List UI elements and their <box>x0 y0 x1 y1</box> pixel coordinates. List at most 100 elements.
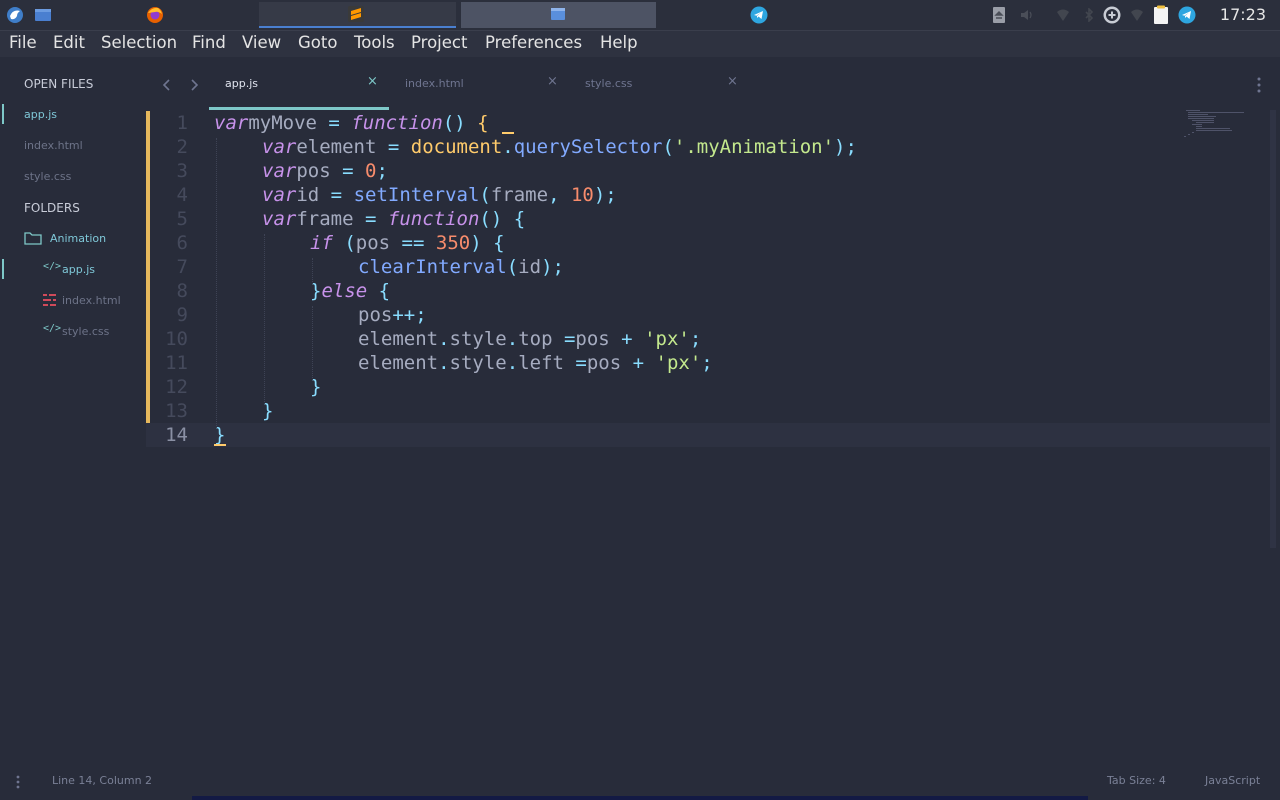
folder-open-icon <box>24 232 42 245</box>
minimap-line <box>1196 122 1214 123</box>
network-tray-icon[interactable] <box>1056 8 1070 22</box>
code-token: var <box>262 160 297 182</box>
menu-tools[interactable]: Tools <box>354 33 395 52</box>
tab-bar: app.js × index.html × style.css × <box>148 70 1280 110</box>
cursor-position[interactable]: Line 14, Column 2 <box>52 774 152 787</box>
notes-tray-icon[interactable] <box>1152 5 1170 25</box>
chevron-left-icon[interactable] <box>162 78 172 92</box>
code-token: var <box>262 208 297 230</box>
menu-goto[interactable]: Goto <box>298 33 337 52</box>
code-token: () { <box>479 208 526 230</box>
line-number: 2 <box>176 136 188 158</box>
chevron-right-icon[interactable] <box>189 78 199 92</box>
code-token: pos <box>358 304 393 326</box>
code-token: pos <box>575 328 622 350</box>
code-line: varpos = 0; <box>214 160 388 182</box>
line-number: 8 <box>176 280 188 302</box>
taskbar-file-manager[interactable] <box>461 2 656 28</box>
close-icon[interactable]: × <box>547 74 558 89</box>
tree-file-app-js[interactable]: app.js <box>62 263 95 276</box>
text-cursor <box>214 444 226 446</box>
code-token: var <box>262 184 297 206</box>
close-icon[interactable]: × <box>367 74 378 89</box>
syntax-selector[interactable]: JavaScript <box>1205 774 1260 787</box>
line-number: 5 <box>176 208 188 230</box>
code-line: element.style.left =pos + 'px'; <box>214 352 713 374</box>
code-token: = <box>328 112 340 134</box>
css-file-icon: </> <box>43 323 62 334</box>
wifi-tray-icon[interactable] <box>1130 8 1144 22</box>
menu-bar: File Edit Selection Find View Goto Tools… <box>0 30 1280 57</box>
html-file-icon <box>43 294 56 306</box>
vertical-scrollbar[interactable] <box>1270 110 1276 548</box>
code-token: + <box>632 352 645 374</box>
more-vertical-icon[interactable] <box>1256 76 1262 94</box>
code-token: + <box>621 328 633 350</box>
line-number: 11 <box>165 352 188 374</box>
minimap-line <box>1186 110 1200 111</box>
code-token: ); <box>541 256 564 278</box>
code-token: ( <box>506 256 519 278</box>
open-file-index-html[interactable]: index.html <box>24 139 83 152</box>
telegram-tray-icon[interactable] <box>1178 6 1196 24</box>
js-file-icon: </> <box>43 261 62 272</box>
tree-file-index-html[interactable]: index.html <box>62 294 121 307</box>
code-line: clearInterval(id); <box>214 256 564 278</box>
line-number: 13 <box>165 400 188 422</box>
minimap[interactable] <box>1184 110 1250 140</box>
line-number: 3 <box>176 160 188 182</box>
menu-edit[interactable]: Edit <box>53 33 85 52</box>
firefox-icon[interactable] <box>146 6 164 24</box>
minimap-line <box>1188 116 1216 117</box>
folders-heading: FOLDERS <box>24 201 80 215</box>
bluetooth-tray-icon[interactable] <box>1082 8 1096 22</box>
code-token: if <box>310 232 333 254</box>
open-file-app-js[interactable]: app.js <box>24 108 57 121</box>
volume-tray-icon[interactable] <box>1020 8 1034 22</box>
code-token: , <box>548 184 571 206</box>
code-token: myMove <box>248 112 329 134</box>
minimap-line <box>1196 126 1202 127</box>
menu-file[interactable]: File <box>9 33 37 52</box>
code-token: var <box>262 136 297 158</box>
minimap-line <box>1196 128 1230 129</box>
taskbar-sublime-text[interactable] <box>259 2 456 28</box>
clock[interactable]: 17:23 <box>1220 5 1266 24</box>
plus-circle-tray-icon[interactable] <box>1103 6 1121 24</box>
code-token: else <box>321 280 368 302</box>
close-icon[interactable]: × <box>727 74 738 89</box>
app-menu-icon[interactable] <box>6 6 24 24</box>
code-token: 0 <box>365 160 377 182</box>
show-desktop-icon[interactable] <box>34 6 52 24</box>
tab-label: app.js <box>225 77 258 90</box>
active-tab-indicator <box>209 107 389 110</box>
code-token: { <box>367 280 391 302</box>
code-token: querySelector <box>513 136 663 158</box>
indent-guide <box>264 234 265 404</box>
menu-project[interactable]: Project <box>411 33 467 52</box>
menu-help[interactable]: Help <box>600 33 638 52</box>
menu-view[interactable]: View <box>242 33 281 52</box>
clipboard-tray-icon[interactable] <box>992 6 1006 24</box>
menu-find[interactable]: Find <box>192 33 226 52</box>
open-file-style-css[interactable]: style.css <box>24 170 71 183</box>
code-token: ++; <box>392 304 427 326</box>
tab-label: style.css <box>585 77 633 90</box>
folder-animation[interactable]: Animation <box>50 232 106 245</box>
code-token: style <box>449 328 507 350</box>
current-line-highlight <box>146 423 1270 447</box>
menu-selection[interactable]: Selection <box>101 33 177 52</box>
code-line: element.style.top =pos + 'px'; <box>214 328 701 350</box>
code-token: = <box>387 136 400 158</box>
minimap-line <box>1192 132 1194 133</box>
telegram-icon[interactable] <box>750 6 768 24</box>
menu-preferences[interactable]: Preferences <box>485 33 582 52</box>
code-token: . <box>506 328 519 350</box>
code-token: function <box>351 112 443 134</box>
tree-file-style-css[interactable]: style.css <box>62 325 109 338</box>
panel-toggle-icon[interactable] <box>15 774 21 790</box>
tab-size-selector[interactable]: Tab Size: 4 <box>1107 774 1166 787</box>
